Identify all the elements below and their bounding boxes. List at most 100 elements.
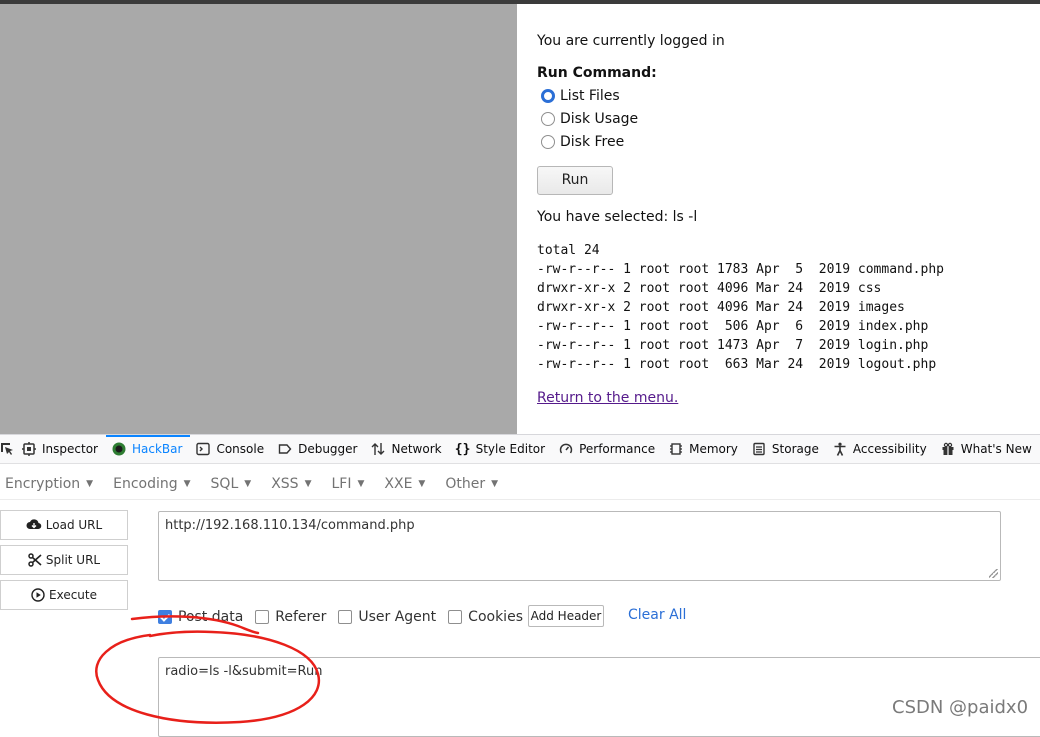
tab-storage[interactable]: Storage: [746, 435, 827, 463]
hackbar-icon: [112, 442, 126, 456]
menu-label: LFI: [331, 476, 352, 492]
add-header-button[interactable]: Add Header: [528, 605, 604, 627]
pick-element-icon: [0, 442, 14, 456]
hackbar-menubar: Encryption ▼ Encoding ▼ SQL ▼ XSS ▼ LFI ▼ XXE…: [0, 469, 1040, 500]
radio-label: List Files: [560, 88, 620, 104]
watermark: CSDN @paidx0: [892, 697, 1029, 718]
radio-disk-free[interactable]: Disk Free: [541, 132, 624, 152]
debugger-icon: [278, 442, 292, 456]
run-button[interactable]: Run: [537, 166, 613, 195]
caret-down-icon: ▼: [357, 479, 365, 489]
radio-label: Disk Free: [560, 134, 625, 150]
radio-button[interactable]: [541, 135, 555, 149]
tab-memory[interactable]: Memory: [663, 435, 746, 463]
button-label: Execute: [49, 588, 97, 602]
checkbox-icon[interactable]: [448, 610, 463, 624]
menu-label: Other: [445, 476, 486, 492]
page-background-left: [0, 4, 517, 434]
resize-handle-icon[interactable]: [989, 569, 998, 578]
tab-performance[interactable]: Performance: [553, 435, 663, 463]
tab-accessibility[interactable]: Accessibility: [827, 435, 935, 463]
play-circle-icon: [31, 588, 45, 602]
url-text: http://192.168.110.134/command.php: [165, 518, 415, 533]
menu-label: SQL: [210, 476, 239, 492]
menu-encoding[interactable]: Encoding ▼: [113, 476, 190, 492]
checkbox-icon[interactable]: [338, 610, 353, 624]
menu-lfi[interactable]: LFI ▼: [331, 476, 364, 492]
menu-other[interactable]: Other ▼: [445, 476, 498, 492]
web-page: You are currently logged in Run Command:…: [517, 12, 1040, 433]
tab-network[interactable]: Network: [365, 435, 449, 463]
checkbox-checked-icon[interactable]: [158, 610, 172, 624]
devtools-panel: Inspector HackBar Console Debugger Netwo…: [0, 434, 1040, 737]
checkbox-label: User Agent: [358, 609, 437, 625]
menu-xss[interactable]: XSS ▼: [271, 476, 311, 492]
clear-all-link[interactable]: Clear All: [628, 607, 686, 623]
devtools-tabbar: Inspector HackBar Console Debugger Netwo…: [0, 435, 1040, 464]
checkbox-icon[interactable]: [255, 610, 270, 624]
checkbox-label: Referer: [275, 609, 327, 625]
execute-button[interactable]: Execute: [0, 580, 128, 610]
menu-label: XXE: [384, 476, 413, 492]
split-url-button[interactable]: Split URL: [0, 545, 128, 575]
output-line: -rw-r--r-- 1 root root 506 Apr 6 2019 in…: [537, 319, 929, 334]
menu-xxe[interactable]: XXE ▼: [384, 476, 425, 492]
network-icon: [371, 442, 385, 456]
cloud-download-icon: [26, 518, 42, 532]
inspector-icon: [22, 442, 36, 456]
tab-label: Console: [216, 442, 265, 456]
caret-down-icon: ▼: [86, 479, 94, 489]
memory-icon: [669, 442, 683, 456]
menu-label: Encoding: [113, 476, 178, 492]
caret-down-icon: ▼: [244, 479, 252, 489]
gauge-icon: [559, 442, 573, 456]
tab-label: What's New: [960, 442, 1032, 456]
button-label: Split URL: [45, 553, 101, 567]
tab-label: Debugger: [298, 442, 358, 456]
tab-hackbar[interactable]: HackBar: [105, 435, 191, 463]
cookies-checkbox[interactable]: Cookies: [448, 609, 523, 625]
scissors-icon: [28, 553, 42, 567]
command-output: total 24 -rw-r--r-- 1 root root 1783 Apr…: [537, 241, 944, 374]
menu-encryption[interactable]: Encryption ▼: [5, 476, 93, 492]
hackbar-options: Post data Referer User Agent Cookies: [158, 607, 535, 627]
tab-style-editor[interactable]: {} Style Editor: [450, 435, 553, 463]
tab-label: Inspector: [42, 442, 98, 456]
tab-console[interactable]: Console: [190, 435, 272, 463]
tab-inspector[interactable]: Inspector: [16, 435, 106, 463]
menu-sql[interactable]: SQL ▼: [211, 476, 252, 492]
output-line: drwxr-xr-x 2 root root 4096 Mar 24 2019 …: [537, 300, 905, 315]
radio-button[interactable]: [541, 89, 555, 103]
tab-debugger[interactable]: Debugger: [272, 435, 365, 463]
referer-checkbox[interactable]: Referer: [255, 609, 326, 625]
tab-label: Accessibility: [852, 442, 927, 456]
url-input[interactable]: http://192.168.110.134/command.php: [158, 511, 1001, 581]
tab-label: Storage: [771, 442, 819, 456]
tab-pick-element[interactable]: [0, 435, 16, 463]
output-line: -rw-r--r-- 1 root root 663 Mar 24 2019 l…: [537, 357, 937, 372]
button-label: Load URL: [45, 518, 103, 532]
load-url-button[interactable]: Load URL: [0, 510, 128, 540]
accessibility-icon: [833, 442, 847, 456]
selected-command: You have selected: ls -l: [537, 209, 698, 225]
radio-disk-usage[interactable]: Disk Usage: [541, 109, 638, 129]
post-data-checkbox[interactable]: Post data: [158, 609, 243, 625]
radio-button[interactable]: [541, 112, 555, 126]
tab-label: HackBar: [131, 442, 183, 456]
console-icon: [196, 442, 211, 456]
tab-label: Performance: [579, 442, 656, 456]
caret-down-icon: ▼: [418, 479, 426, 489]
return-menu-link[interactable]: Return to the menu.: [537, 390, 678, 406]
login-status: You are currently logged in: [537, 33, 725, 49]
radio-list-files[interactable]: List Files: [541, 86, 620, 106]
storage-icon: [752, 442, 766, 456]
user-agent-checkbox[interactable]: User Agent: [338, 609, 436, 625]
menu-label: Encryption: [5, 476, 81, 492]
caret-down-icon: ▼: [183, 479, 191, 489]
tab-label: Memory: [689, 442, 738, 456]
braces-icon: {}: [454, 441, 471, 457]
output-line: -rw-r--r-- 1 root root 1783 Apr 5 2019 c…: [537, 262, 944, 277]
tab-whats-new[interactable]: What's New: [935, 435, 1040, 463]
output-line: -rw-r--r-- 1 root root 1473 Apr 7 2019 l…: [537, 338, 929, 353]
gift-icon: [941, 442, 955, 456]
